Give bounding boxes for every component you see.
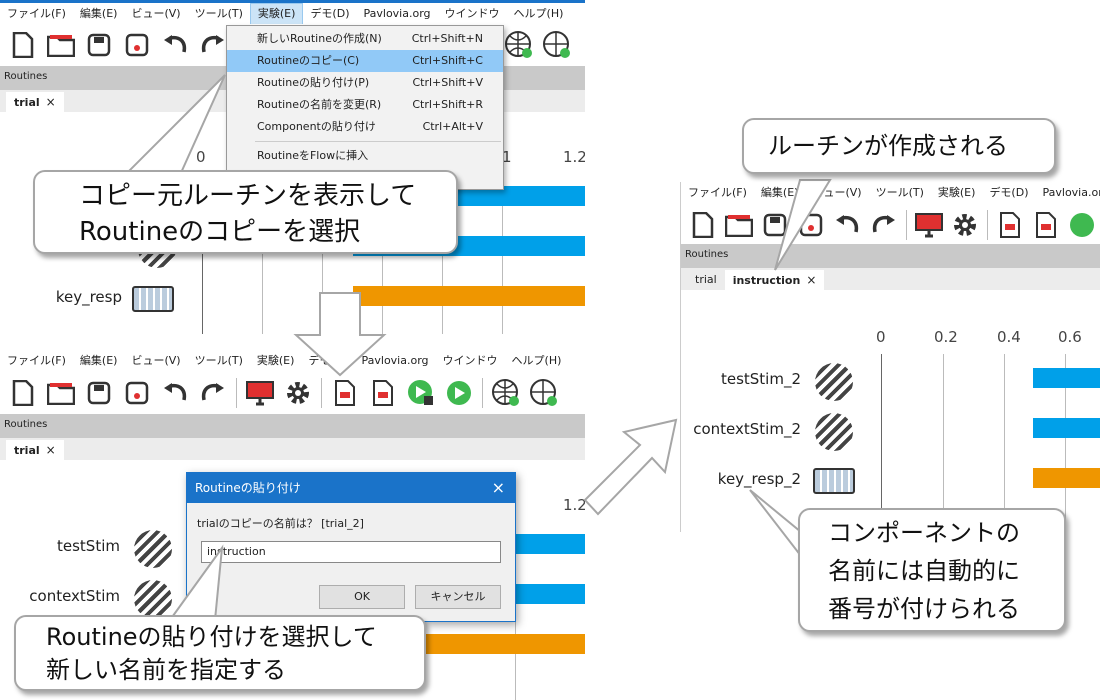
callout-copy: コピー元ルーチンを表示して Routineのコピーを選択 <box>33 170 458 254</box>
callout-text: コンポーネントの <box>828 519 1020 547</box>
callout-text: コピー元ルーチンを表示して <box>79 181 417 211</box>
callout-pointer <box>774 179 832 271</box>
callout-text: 番号が付けられる <box>828 595 1020 623</box>
down-arrow <box>293 292 387 377</box>
callout-paste: Routineの貼り付けを選択して 新しい名前を指定する <box>14 615 426 691</box>
callout-text: Routineの貼り付けを選択して <box>46 623 377 651</box>
diagonal-arrow <box>583 418 678 516</box>
callout-text: Routineのコピーを選択 <box>79 217 361 247</box>
callout-text: 新しい名前を指定する <box>46 656 286 684</box>
callout-text: 名前には自動的に <box>828 557 1020 585</box>
callout-pointer <box>122 74 226 176</box>
callout-created: ルーチンが作成される <box>742 118 1056 174</box>
callout-text: ルーチンが作成される <box>768 132 1008 160</box>
callout-pointer <box>168 544 224 621</box>
callout-auto-numbering: コンポーネントの 名前には自動的に 番号が付けられる <box>798 508 1066 632</box>
